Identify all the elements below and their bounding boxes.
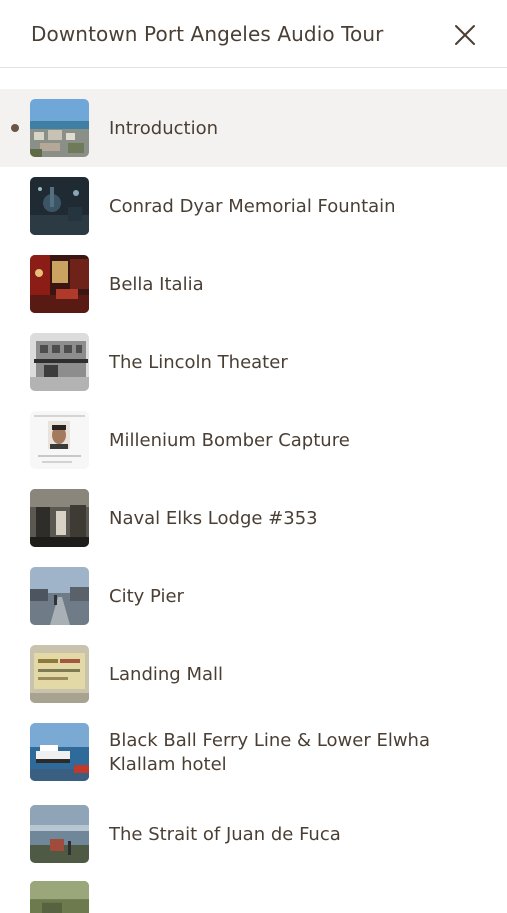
stop-thumbnail <box>30 805 89 863</box>
tour-stop-item[interactable]: The Strait of Juan de Fuca <box>0 795 507 873</box>
now-playing-indicator <box>11 124 19 132</box>
tour-stop-item[interactable]: Bella Italia <box>0 245 507 323</box>
tour-stop-item[interactable]: The Lincoln Theater <box>0 323 507 401</box>
tour-stop-item[interactable]: Conrad Dyar Memorial Fountain <box>0 167 507 245</box>
tour-stop-item[interactable]: City Pier <box>0 557 507 635</box>
stop-thumbnail <box>30 567 89 625</box>
stop-title: Millenium Bomber Capture <box>109 430 350 451</box>
stop-title: Naval Elks Lodge #353 <box>109 508 318 529</box>
stop-title: The Strait of Juan de Fuca <box>109 824 341 845</box>
stop-title: Landing Mall <box>109 664 224 685</box>
tour-stop-item-partial[interactable] <box>0 873 507 913</box>
tour-stop-item[interactable]: Landing Mall <box>0 635 507 713</box>
tour-stop-list: Introduction Conrad Dyar Memorial Founta… <box>0 89 507 913</box>
stop-title: Introduction <box>109 118 219 139</box>
page-title: Downtown Port Angeles Audio Tour <box>31 22 384 46</box>
stop-title: Bella Italia <box>109 274 204 295</box>
stop-title: Conrad Dyar Memorial Fountain <box>109 196 396 217</box>
tour-stop-item[interactable]: Introduction <box>0 89 507 167</box>
stop-thumbnail <box>30 177 89 235</box>
tour-stop-item[interactable]: Millenium Bomber Capture <box>0 401 507 479</box>
stop-thumbnail <box>30 489 89 547</box>
stop-thumbnail <box>30 99 89 157</box>
close-button[interactable] <box>450 20 480 50</box>
stop-thumbnail <box>30 645 89 703</box>
stop-thumbnail <box>30 333 89 391</box>
tour-stop-item[interactable]: Black Ball Ferry Line & Lower Elwha Klal… <box>0 713 507 795</box>
stop-title: The Lincoln Theater <box>109 352 288 373</box>
stop-thumbnail <box>30 411 89 469</box>
stop-thumbnail <box>30 723 89 781</box>
close-icon <box>455 25 475 45</box>
stop-title: Black Ball Ferry Line & Lower Elwha Klal… <box>109 730 430 775</box>
stop-thumbnail <box>30 255 89 313</box>
stop-title: City Pier <box>109 586 184 607</box>
header-bar: Downtown Port Angeles Audio Tour <box>0 0 507 68</box>
tour-stop-item[interactable]: Naval Elks Lodge #353 <box>0 479 507 557</box>
stop-thumbnail <box>30 881 89 913</box>
